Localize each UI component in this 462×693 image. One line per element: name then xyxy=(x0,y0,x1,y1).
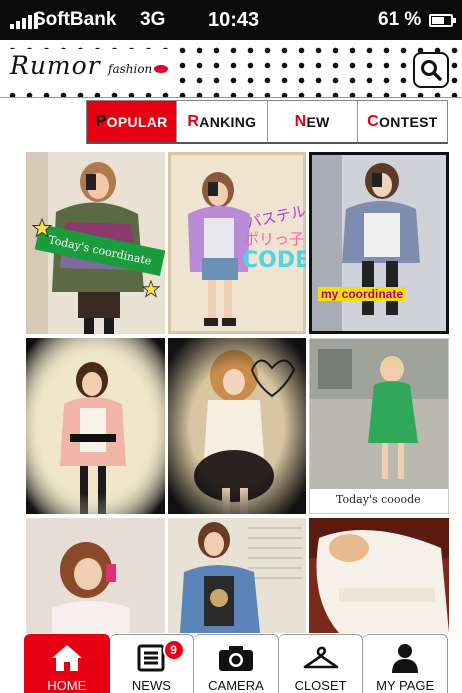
photo-tile[interactable]: Today's coordinate xyxy=(26,152,165,334)
status-bar: SoftBank 3G 10:43 61 % xyxy=(0,0,462,40)
lips-icon xyxy=(154,65,168,73)
nav-camera[interactable]: CAMERA xyxy=(194,634,279,693)
photo-tile[interactable]: my coordinate xyxy=(309,152,449,334)
home-icon xyxy=(51,644,82,671)
nav-my-page[interactable]: MY PAGE xyxy=(363,634,448,693)
person-icon xyxy=(392,643,419,673)
tab-ranking[interactable]: R ANKING xyxy=(177,101,268,142)
app-logo: Rumor fashion xyxy=(6,49,176,89)
photo-tile[interactable] xyxy=(26,518,165,633)
star-icon xyxy=(32,218,52,238)
logo-text: Rumor xyxy=(10,51,101,80)
category-tabs: P OPULAR R ANKING N EW C ONTEST xyxy=(86,100,448,144)
app-header: Rumor fashion xyxy=(0,40,462,98)
clock: 10:43 xyxy=(208,9,260,31)
nav-label: CAMERA xyxy=(208,678,264,693)
photo-tile[interactable] xyxy=(26,338,165,514)
battery-percent: 61 % xyxy=(378,9,422,30)
photo-grid: Today's coordinate パステル ポリっ子 CODE my coo… xyxy=(26,152,449,633)
photo-tile[interactable] xyxy=(309,518,449,633)
photo-tile[interactable]: Today's cooode xyxy=(309,338,449,514)
search-button[interactable] xyxy=(413,52,449,88)
photo-tile[interactable] xyxy=(168,338,306,514)
tile-overlay-caption: my coordinate xyxy=(318,287,442,301)
tab-contest[interactable]: C ONTEST xyxy=(358,101,447,142)
network-type: 3G xyxy=(140,9,166,30)
nav-closet[interactable]: CLOSET xyxy=(278,634,364,693)
logo-subtext: fashion xyxy=(108,62,153,76)
nav-label: CLOSET xyxy=(294,678,347,693)
photo-tile[interactable] xyxy=(168,518,306,633)
tile-caption: Today's cooode xyxy=(336,493,421,506)
nav-label: NEWS xyxy=(131,678,171,693)
nav-label: HOME xyxy=(47,678,87,693)
tile-caption: my coordinate xyxy=(318,287,407,301)
bottom-nav: HOME 9 NEWS CAMERA CLOSET MY PAGE xyxy=(24,634,448,693)
tab-popular[interactable]: P OPULAR xyxy=(87,101,178,142)
star-icon xyxy=(142,280,160,298)
hanger-icon xyxy=(303,646,338,668)
tile-overlay-text: CODE xyxy=(242,248,306,273)
camera-icon xyxy=(218,645,253,671)
search-icon xyxy=(421,60,442,81)
tile-overlay-text: ポリっ子 xyxy=(244,230,305,248)
carrier-name: SoftBank xyxy=(33,9,117,30)
photo-tile[interactable]: パステル ポリっ子 CODE xyxy=(168,152,306,334)
tab-new[interactable]: N EW xyxy=(268,101,358,142)
nav-home[interactable]: HOME xyxy=(24,634,110,693)
nav-label: MY PAGE xyxy=(376,678,435,693)
battery-icon xyxy=(429,14,456,27)
notification-badge: 9 xyxy=(162,639,185,661)
nav-news[interactable]: 9 NEWS xyxy=(109,634,195,693)
